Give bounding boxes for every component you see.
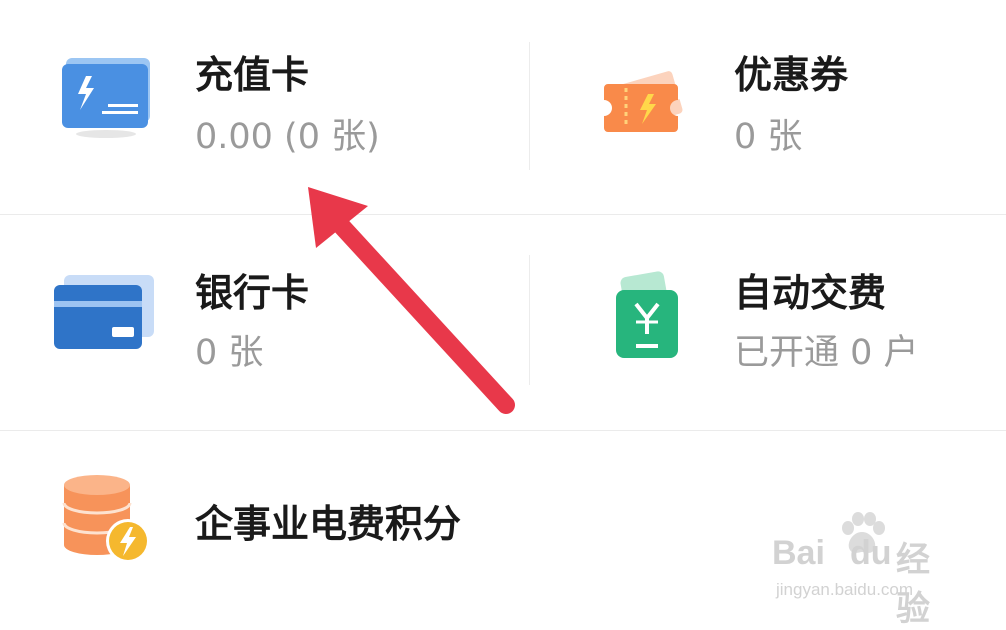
auto-pay-item[interactable]: 自动交费 已开通 0 户 (530, 215, 1006, 430)
coupon-ticket-icon (604, 71, 683, 132)
bank-card-count: 0 张 (195, 333, 264, 373)
bank-card-icon (54, 275, 154, 349)
recharge-card-icon (62, 58, 150, 138)
coins-points-icon (62, 475, 150, 563)
row-bank-autopay: 银行卡 0 张 自动交费 已开通 0 户 (0, 215, 1006, 430)
coupon-title: 优惠券 (734, 53, 849, 97)
row-recharge-coupon: 充值卡 0.00 (0 张) 优惠券 0 张 (0, 0, 1006, 214)
enterprise-points-title: 企事业电费积分 (195, 502, 462, 546)
auto-pay-icon (616, 271, 678, 358)
auto-pay-status: 已开通 0 户 (734, 333, 919, 373)
recharge-card-balance: 0.00 (0 张) (195, 117, 380, 157)
bank-card-title: 银行卡 (195, 271, 310, 315)
baidu-jingyan-watermark: Bai du 经验 jingyan.baidu.com (772, 512, 962, 628)
recharge-card-item[interactable]: 充值卡 0.00 (0 张) (0, 0, 529, 214)
watermark-url: jingyan.baidu.com (776, 580, 914, 599)
coupon-count: 0 张 (734, 117, 803, 157)
coupon-item[interactable]: 优惠券 0 张 (530, 0, 1006, 214)
watermark-brand: Bai (772, 534, 825, 572)
auto-pay-title: 自动交费 (734, 271, 887, 315)
recharge-card-title: 充值卡 (195, 53, 310, 97)
watermark-brand-du: du (850, 534, 892, 572)
bank-card-item[interactable]: 银行卡 0 张 (0, 215, 529, 430)
